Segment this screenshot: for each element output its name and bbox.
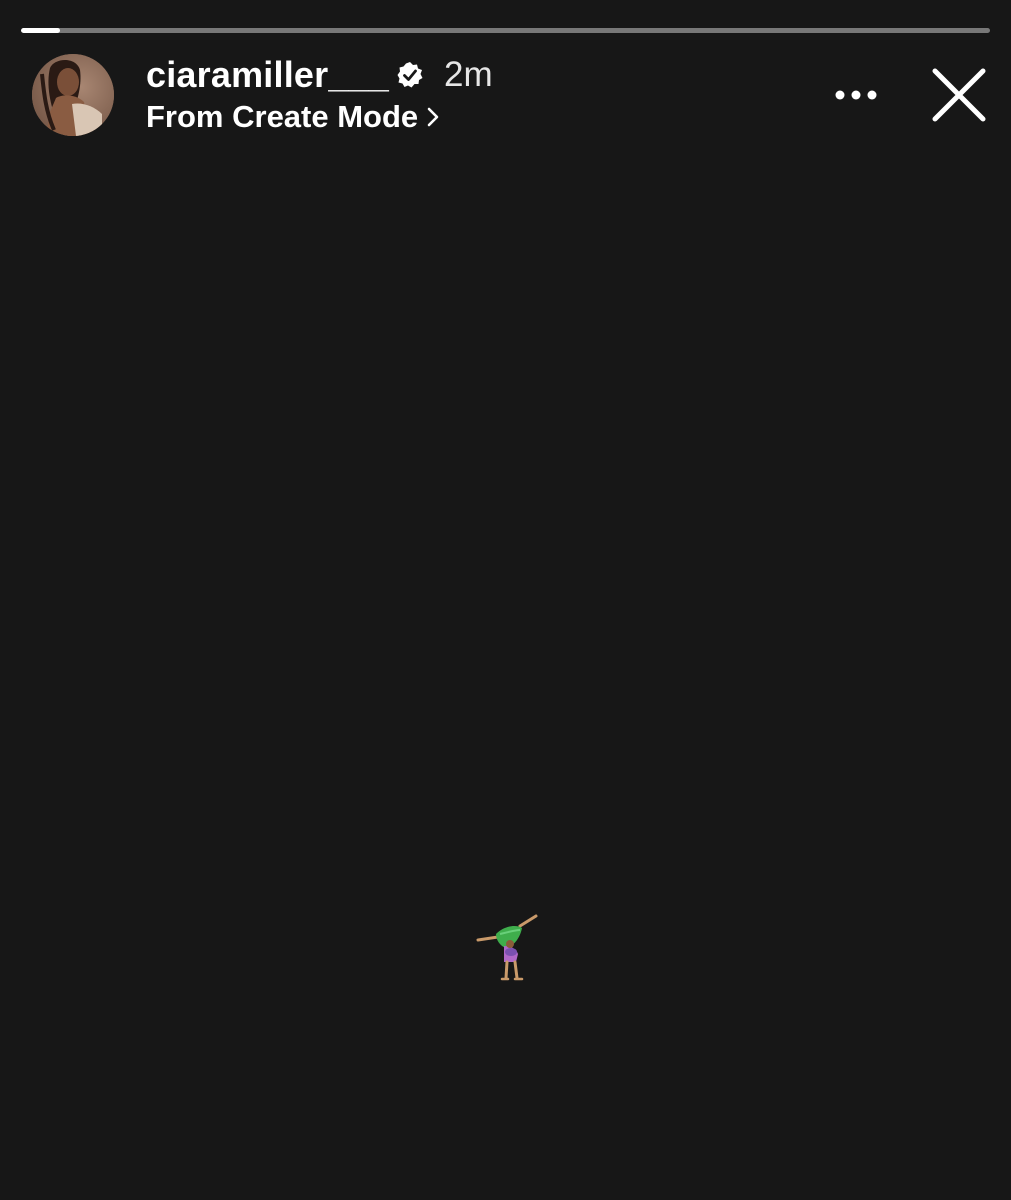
story-progress-bar bbox=[21, 28, 990, 33]
close-icon[interactable] bbox=[926, 62, 992, 128]
more-horizontal-icon[interactable] bbox=[830, 78, 882, 112]
create-mode-link[interactable]: From Create Mode bbox=[146, 97, 440, 137]
create-mode-label: From Create Mode bbox=[146, 99, 419, 134]
avatar[interactable] bbox=[32, 54, 114, 136]
cartwheel-emoji[interactable] bbox=[470, 910, 544, 986]
chevron-right-icon bbox=[427, 107, 439, 127]
avatar-photo bbox=[32, 54, 114, 136]
story-viewer: ciaramiller___ 2m From Create Mode bbox=[0, 0, 1011, 1200]
story-progress-fill bbox=[21, 28, 60, 33]
verified-badge-icon bbox=[397, 62, 423, 88]
username[interactable]: ciaramiller___ bbox=[146, 54, 389, 96]
time-ago: 2m bbox=[444, 55, 493, 94]
